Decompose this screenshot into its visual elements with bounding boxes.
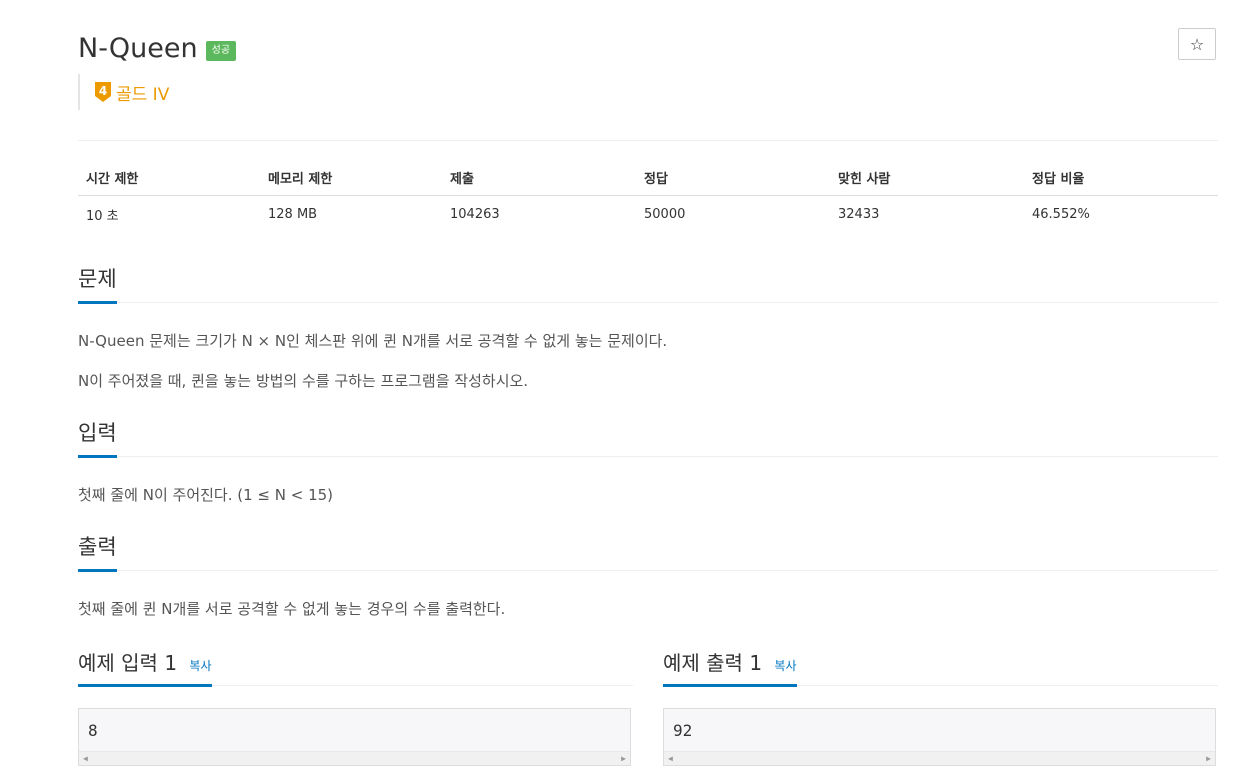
input-section-header: 입력 [78,417,1218,458]
sample-output-header: 예제 출력 1 복사 [663,647,1218,687]
sample-output-box[interactable]: 92 ◀ ▶ [663,708,1216,766]
header-time-limit: 시간 제한 [78,160,260,196]
scroll-right-icon[interactable]: ▶ [1206,754,1211,763]
header-accepted: 정답 [636,160,830,196]
sample-input-heading: 예제 입력 1 [78,651,178,675]
solved-users-value: 32433 [838,206,880,222]
header-memory-limit: 메모리 제한 [260,160,442,196]
memory-limit-value: 128 MB [268,206,318,222]
sample-input-box[interactable]: 8 ◀ ▶ [78,708,631,766]
horizontal-scrollbar[interactable]: ◀ ▶ [664,751,1215,765]
copy-output-button[interactable]: 복사 [774,659,796,673]
accept-ratio-value: 46.552% [1032,206,1090,222]
accepted-value: 50000 [644,206,686,222]
problem-description-1: N-Queen 문제는 크기가 N × N인 체스판 위에 퀸 N개를 서로 공… [78,332,668,350]
scroll-right-icon[interactable]: ▶ [621,754,626,763]
table-row: 10 초 128 MB 104263 50000 32433 46.552% [78,196,1218,233]
sample-output-heading: 예제 출력 1 [663,651,763,675]
svg-text:4: 4 [99,84,107,98]
output-description: 첫째 줄에 퀸 N개를 서로 공격할 수 없게 놓는 경우의 수를 출력한다. [78,600,506,618]
tier-badge-icon: 4 [95,82,111,102]
sample-input-heading-wrap: 예제 입력 1 복사 [78,647,212,687]
input-description: 첫째 줄에 N이 주어진다. (1 ≤ N < 15) [78,486,334,504]
problem-heading: 문제 [78,263,117,304]
problem-info-table: 시간 제한 메모리 제한 제출 정답 맞힌 사람 정답 비율 10 초 128 … [78,160,1218,232]
problem-description-2: N이 주어졌을 때, 퀸을 놓는 방법의 수를 구하는 프로그램을 작성하시오. [78,372,529,390]
tier-label[interactable]: 골드 IV [116,80,169,105]
sample-input-header: 예제 입력 1 복사 [78,647,633,687]
header-submissions: 제출 [442,160,636,196]
scroll-left-icon[interactable]: ◀ [668,754,673,763]
tier-row: 4 골드 IV [78,74,169,110]
table-header-row: 시간 제한 메모리 제한 제출 정답 맞힌 사람 정답 비율 [78,160,1218,196]
star-icon: ☆ [1189,34,1205,54]
problem-title: N-Queen [78,32,198,64]
favorite-button[interactable]: ☆ [1178,28,1216,60]
output-section-header: 출력 [78,531,1218,572]
problem-section-header: 문제 [78,263,1218,304]
copy-input-button[interactable]: 복사 [189,659,211,673]
header-divider [78,140,1218,141]
sample-output-value: 92 [673,721,693,740]
scroll-left-icon[interactable]: ◀ [83,754,88,763]
sample-input-value: 8 [88,721,98,740]
input-heading: 입력 [78,417,117,458]
output-heading: 출력 [78,531,117,572]
header-accept-ratio: 정답 비율 [1024,160,1218,196]
header-solved-users: 맞힌 사람 [830,160,1024,196]
problem-title-row: N-Queen 성공 [78,28,237,68]
result-badge: 성공 [205,41,237,61]
horizontal-scrollbar[interactable]: ◀ ▶ [79,751,630,765]
sample-output-heading-wrap: 예제 출력 1 복사 [663,647,797,687]
time-limit-value: 10 초 [86,208,119,224]
submissions-value: 104263 [450,206,500,222]
